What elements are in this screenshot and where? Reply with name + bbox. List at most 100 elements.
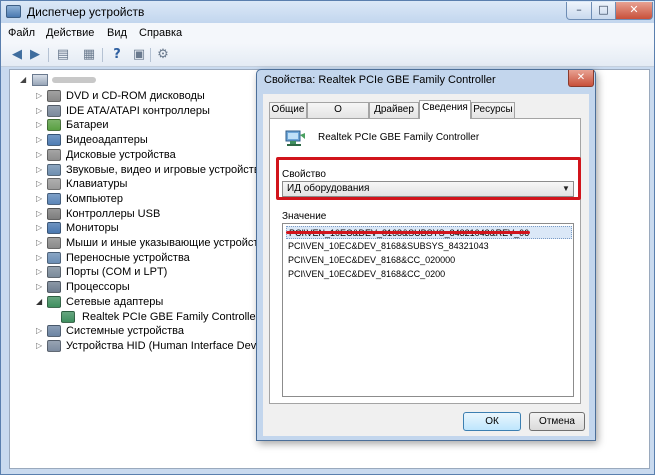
tree-item-label: Дисковые устройства [66,149,176,161]
expand-arrow-icon[interactable]: ▷ [36,238,42,247]
tree-item-label: Контроллеры USB [66,208,161,220]
computer-root-icon [32,74,48,86]
menu-bar: Файл Действие Вид Справка [1,23,654,43]
list-item[interactable]: PCI\VEN_10EC&DEV_8168&CC_020000 [286,254,572,267]
tab-about[interactable]: О программе [307,102,369,129]
expand-arrow-icon[interactable]: ▷ [36,282,42,291]
expand-arrow-icon[interactable]: ▷ [36,120,42,129]
value-label: Значение [282,211,327,222]
tree-item-label: Батареи [66,119,109,131]
keyboard-icon [47,178,61,190]
computer-name-redacted [52,77,96,83]
title-bar: Диспетчер устройств – □ ✕ [1,1,654,23]
expand-arrow-icon[interactable]: ▷ [36,165,42,174]
toolbar-separator [48,48,49,62]
expand-arrow-icon[interactable]: ▷ [36,150,42,159]
tree-item-label: Звуковые, видео и игровые устройства [66,164,266,176]
menu-file[interactable]: Файл [8,27,35,39]
dvd-icon [47,90,61,102]
tree-item-label: IDE ATA/ATAPI контроллеры [66,105,210,117]
expand-arrow-icon[interactable]: ▷ [36,194,42,203]
network-card-icon [285,130,305,146]
tree-item-label: Мониторы [66,222,119,234]
hid-icon [47,340,61,352]
collapse-arrow-icon[interactable]: ◢ [36,297,42,306]
expand-arrow-icon[interactable]: ▷ [36,91,42,100]
expand-arrow-icon[interactable]: ▷ [36,326,42,335]
processor-icon [47,281,61,293]
menu-help[interactable]: Справка [139,27,182,39]
ide-controller-icon [47,105,61,117]
list-item[interactable]: PCI\VEN_10EC&DEV_8168&CC_0200 [286,268,572,281]
tree-item-label: Системные устройства [66,325,185,337]
tree-item-label: Порты (COM и LPT) [66,266,168,278]
forward-icon[interactable]: ▶ [27,47,43,63]
expand-arrow-icon[interactable]: ▷ [36,106,42,115]
disable-icon[interactable]: ⚙ [155,47,171,63]
help-icon[interactable]: ? [109,47,125,63]
toolbar-separator [102,48,103,62]
tab-driver[interactable]: Драйвер [369,102,419,118]
cancel-button[interactable]: Отмена [529,412,585,431]
tree-item-label: Клавиатуры [66,178,128,190]
back-icon[interactable]: ◀ [9,47,25,63]
menu-view[interactable]: Вид [107,27,127,39]
window-title: Диспетчер устройств [27,5,145,19]
dialog-title: Свойства: Realtek PCIe GBE Family Contro… [264,74,496,86]
collapse-arrow-icon[interactable]: ◢ [20,75,26,84]
expand-arrow-icon[interactable]: ▷ [36,223,42,232]
tree-item-label: Переносные устройства [66,252,190,264]
expand-arrow-icon[interactable]: ▷ [36,267,42,276]
list-item[interactable]: PCI\VEN_10EC&DEV_8168&SUBSYS_84321043 [286,240,572,253]
tree-item-label: Видеоадаптеры [66,134,148,146]
display-adapter-icon [47,134,61,146]
tab-resources[interactable]: Ресурсы [471,102,515,118]
disk-drive-icon [47,149,61,161]
device-manager-window: Диспетчер устройств – □ ✕ Файл Действие … [0,0,655,475]
scan-icon[interactable]: ▦ [81,47,97,63]
expand-arrow-icon[interactable]: ▷ [36,209,42,218]
tree-item-label: DVD и CD-ROM дисководы [66,90,205,102]
tree-item-label: Realtek PCIe GBE Family Controller [82,311,260,323]
toolbar-separator [150,48,151,62]
annotation-box-property [276,157,581,200]
usb-icon [47,208,61,220]
dialog-close-button[interactable]: ✕ [568,70,594,87]
value-list[interactable]: PCI\VEN_10EC&DEV_8168&SUBSYS_84321043&RE… [282,223,574,397]
toolbar: ◀ ▶ ▤ ▦ ? ▣ ⚙ [1,43,654,67]
system-device-icon [47,325,61,337]
portable-device-icon [47,252,61,264]
menu-action[interactable]: Действие [46,27,94,39]
tree-item-label: Процессоры [66,281,130,293]
monitor-icon [47,222,61,234]
battery-icon [47,119,61,131]
dialog-body: Общие О программе Драйвер Сведения Ресур… [263,94,589,436]
expand-arrow-icon[interactable]: ▷ [36,341,42,350]
sound-icon [47,164,61,176]
tab-details[interactable]: Сведения [419,100,471,119]
tree-item-label: Сетевые адаптеры [66,296,164,308]
annotation-underline-value [286,231,530,234]
computer-icon [47,193,61,205]
ok-button[interactable]: ОК [463,412,521,431]
update-icon[interactable]: ▣ [131,47,147,63]
mouse-icon [47,237,61,249]
tree-item-label: Мыши и иные указывающие устройства [66,237,271,249]
properties-icon[interactable]: ▤ [55,47,71,63]
tab-general[interactable]: Общие [269,102,307,118]
tree-item-label: Устройства HID (Human Interface Devices) [66,340,280,352]
device-manager-icon [6,5,21,18]
expand-arrow-icon[interactable]: ▷ [36,253,42,262]
network-adapter-icon [47,296,61,308]
maximize-button[interactable]: □ [591,2,616,20]
expand-arrow-icon[interactable]: ▷ [36,179,42,188]
device-tree: ◢ ▷ DVD и CD-ROM дисководы ▷ IDE ATA/ATA… [10,70,279,468]
device-name: Realtek PCIe GBE Family Controller [318,132,480,143]
minimize-button[interactable]: – [566,2,592,20]
close-button[interactable]: ✕ [615,2,653,20]
network-card-icon [61,311,75,323]
expand-arrow-icon[interactable]: ▷ [36,135,42,144]
port-icon [47,266,61,278]
properties-dialog: Свойства: Realtek PCIe GBE Family Contro… [256,69,596,441]
tree-item-label: Компьютер [66,193,123,205]
